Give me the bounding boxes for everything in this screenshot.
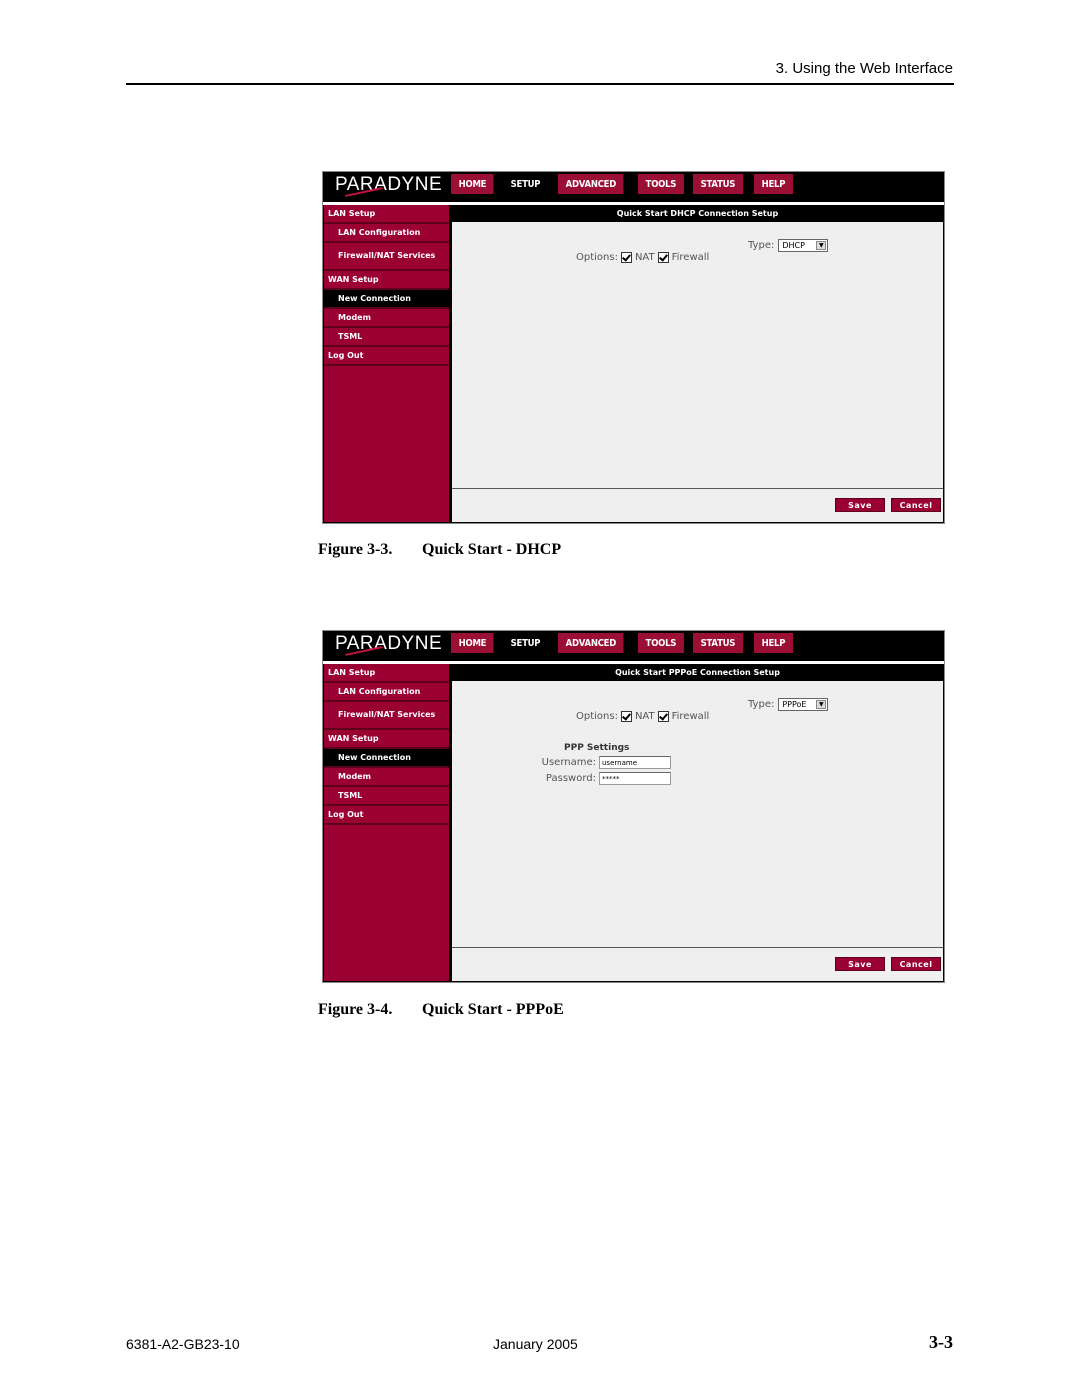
- type-select[interactable]: DHCP ▼: [778, 239, 829, 252]
- tab-help[interactable]: HELP: [754, 174, 793, 194]
- firewall-label: Firewall: [671, 711, 710, 722]
- type-field: Type: PPPoE ▼: [748, 698, 829, 711]
- type-label: Type:: [748, 699, 775, 710]
- sidebar-item-wan-setup[interactable]: WAN Setup: [324, 271, 449, 290]
- sidebar-item-modem[interactable]: Modem: [324, 768, 449, 787]
- type-select-value: DHCP: [782, 241, 805, 250]
- sidebar-item-new-connection[interactable]: New Connection: [324, 749, 449, 768]
- sidebar-item-lan-setup[interactable]: LAN Setup: [324, 205, 449, 224]
- figure-title: Quick Start - DHCP: [422, 541, 562, 558]
- sidebar-item-modem[interactable]: Modem: [324, 309, 449, 328]
- sidebar: LAN Setup LAN Configuration Firewall/NAT…: [324, 664, 449, 981]
- sidebar-item-firewall-nat[interactable]: Firewall/NAT Services: [324, 243, 449, 271]
- sidebar-item-new-connection[interactable]: New Connection: [324, 290, 449, 309]
- cancel-button[interactable]: Cancel: [891, 957, 941, 971]
- top-nav-bar: PARADYNE HOME SETUP ADVANCED TOOLS STATU…: [323, 172, 944, 200]
- nat-label: NAT: [634, 252, 655, 263]
- firewall-checkbox[interactable]: [657, 252, 669, 263]
- top-nav-bar: PARADYNE HOME SETUP ADVANCED TOOLS STATU…: [323, 631, 944, 659]
- main-panel: Quick Start DHCP Connection Setup Type: …: [452, 205, 943, 522]
- ppp-settings-title: PPP Settings: [564, 743, 630, 753]
- tab-status[interactable]: STATUS: [693, 174, 744, 194]
- options-label: Options:: [576, 252, 618, 263]
- save-button[interactable]: Save: [835, 498, 885, 512]
- sidebar-item-log-out[interactable]: Log Out: [324, 347, 449, 366]
- tab-advanced[interactable]: ADVANCED: [558, 174, 624, 194]
- sidebar-item-firewall-nat[interactable]: Firewall/NAT Services: [324, 702, 449, 730]
- page-number: 3-3: [929, 1332, 953, 1352]
- sidebar-item-log-out[interactable]: Log Out: [324, 806, 449, 825]
- tab-advanced[interactable]: ADVANCED: [558, 633, 624, 653]
- options-label: Options:: [576, 711, 618, 722]
- panel-content: Type: DHCP ▼ Options: NAT Firewall: [452, 222, 943, 489]
- tab-tools[interactable]: TOOLS: [637, 633, 684, 653]
- sidebar-item-tsml[interactable]: TSML: [324, 328, 449, 347]
- paradyne-logo: PARADYNE: [335, 633, 443, 656]
- options-row: Options: NAT Firewall: [576, 711, 709, 722]
- main-panel: Quick Start PPPoE Connection Setup Type:…: [452, 664, 943, 981]
- header-rule: [126, 83, 954, 85]
- firewall-label: Firewall: [671, 252, 710, 263]
- password-label: Password:: [545, 773, 596, 784]
- tab-home[interactable]: HOME: [451, 633, 494, 653]
- sidebar-item-lan-configuration[interactable]: LAN Configuration: [324, 224, 449, 243]
- save-button[interactable]: Save: [835, 957, 885, 971]
- sidebar-item-lan-setup[interactable]: LAN Setup: [324, 664, 449, 683]
- document-number: 6381-A2-GB23-10: [126, 1336, 240, 1352]
- panel-content: Type: PPPoE ▼ Options: NAT Firewall PPP S…: [452, 681, 943, 948]
- cancel-button[interactable]: Cancel: [891, 498, 941, 512]
- type-select[interactable]: PPPoE ▼: [778, 698, 829, 711]
- sidebar-item-wan-setup[interactable]: WAN Setup: [324, 730, 449, 749]
- nat-checkbox[interactable]: [620, 711, 632, 722]
- tab-status[interactable]: STATUS: [693, 633, 744, 653]
- tab-setup[interactable]: SETUP: [503, 633, 549, 653]
- figure-caption: Figure 3-4. Quick Start - PPPoE: [318, 1001, 564, 1019]
- figure-number: Figure 3-3.: [318, 541, 393, 558]
- ppp-settings: PPP Settings Username: username Password…: [536, 743, 671, 788]
- figure-title: Quick Start - PPPoE: [422, 1001, 564, 1018]
- sidebar-item-tsml[interactable]: TSML: [324, 787, 449, 806]
- nat-checkbox[interactable]: [620, 252, 632, 263]
- paradyne-logo: PARADYNE: [335, 174, 443, 197]
- chevron-down-icon[interactable]: ▼: [816, 241, 827, 250]
- options-row: Options: NAT Firewall: [576, 252, 709, 263]
- pppoe-screenshot: PARADYNE HOME SETUP ADVANCED TOOLS STATU…: [322, 630, 945, 983]
- sidebar-item-lan-configuration[interactable]: LAN Configuration: [324, 683, 449, 702]
- tab-help[interactable]: HELP: [754, 633, 793, 653]
- username-label: Username:: [541, 757, 596, 768]
- running-header: 3. Using the Web Interface: [775, 60, 953, 77]
- chevron-down-icon[interactable]: ▼: [816, 700, 827, 709]
- username-input[interactable]: username: [599, 756, 671, 769]
- panel-title: Quick Start PPPoE Connection Setup: [452, 664, 943, 681]
- sidebar: LAN Setup LAN Configuration Firewall/NAT…: [324, 205, 449, 522]
- panel-title: Quick Start DHCP Connection Setup: [452, 205, 943, 222]
- type-field: Type: DHCP ▼: [748, 239, 829, 252]
- type-select-value: PPPoE: [782, 700, 807, 709]
- tab-home[interactable]: HOME: [451, 174, 494, 194]
- figure-caption: Figure 3-3. Quick Start - DHCP: [318, 541, 561, 559]
- firewall-checkbox[interactable]: [657, 711, 669, 722]
- password-input[interactable]: *****: [599, 772, 671, 785]
- figure-number: Figure 3-4.: [318, 1001, 393, 1018]
- nat-label: NAT: [634, 711, 655, 722]
- type-label: Type:: [748, 240, 775, 251]
- tab-tools[interactable]: TOOLS: [637, 174, 684, 194]
- tab-setup[interactable]: SETUP: [503, 174, 549, 194]
- publication-date: January 2005: [493, 1336, 578, 1352]
- dhcp-screenshot: PARADYNE HOME SETUP ADVANCED TOOLS STATU…: [322, 171, 945, 524]
